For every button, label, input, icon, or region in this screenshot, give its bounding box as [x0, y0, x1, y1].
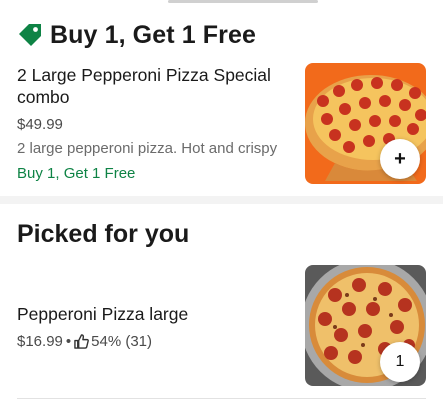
tag-icon [19, 24, 41, 46]
thumbs-up-icon [74, 334, 90, 349]
add-to-cart-button[interactable]: + [380, 139, 420, 179]
promo-section-header: Buy 1, Get 1 Free [17, 18, 256, 52]
item-rating: 54% (31) [91, 333, 153, 350]
menu-item-pepperoni-large[interactable]: Pepperoni Pizza large $16.99 • 54% (31) [17, 303, 287, 350]
item-price: $49.99 [17, 116, 63, 133]
picked-section-title: Picked for you [17, 220, 190, 248]
item-name: Pepperoni Pizza large [17, 304, 189, 324]
bottom-divider [17, 398, 426, 399]
menu-item-pepperoni-combo[interactable]: 2 Large Pepperoni Pizza Special combo $4… [17, 64, 285, 182]
section-divider [0, 196, 443, 204]
item-meta: $16.99 • 54% (31) [17, 333, 287, 350]
item-price: $16.99 [17, 333, 63, 350]
promo-section-title: Buy 1, Get 1 Free [50, 20, 256, 49]
top-scroll-indicator [168, 0, 318, 3]
separator-dot: • [65, 333, 72, 350]
item-name: 2 Large Pepperoni Pizza Special combo [17, 65, 271, 107]
item-promo-label: Buy 1, Get 1 Free [17, 165, 136, 182]
item-description: 2 large pepperoni pizza. Hot and crispy [17, 140, 278, 157]
quantity-button[interactable]: 1 [380, 342, 420, 382]
